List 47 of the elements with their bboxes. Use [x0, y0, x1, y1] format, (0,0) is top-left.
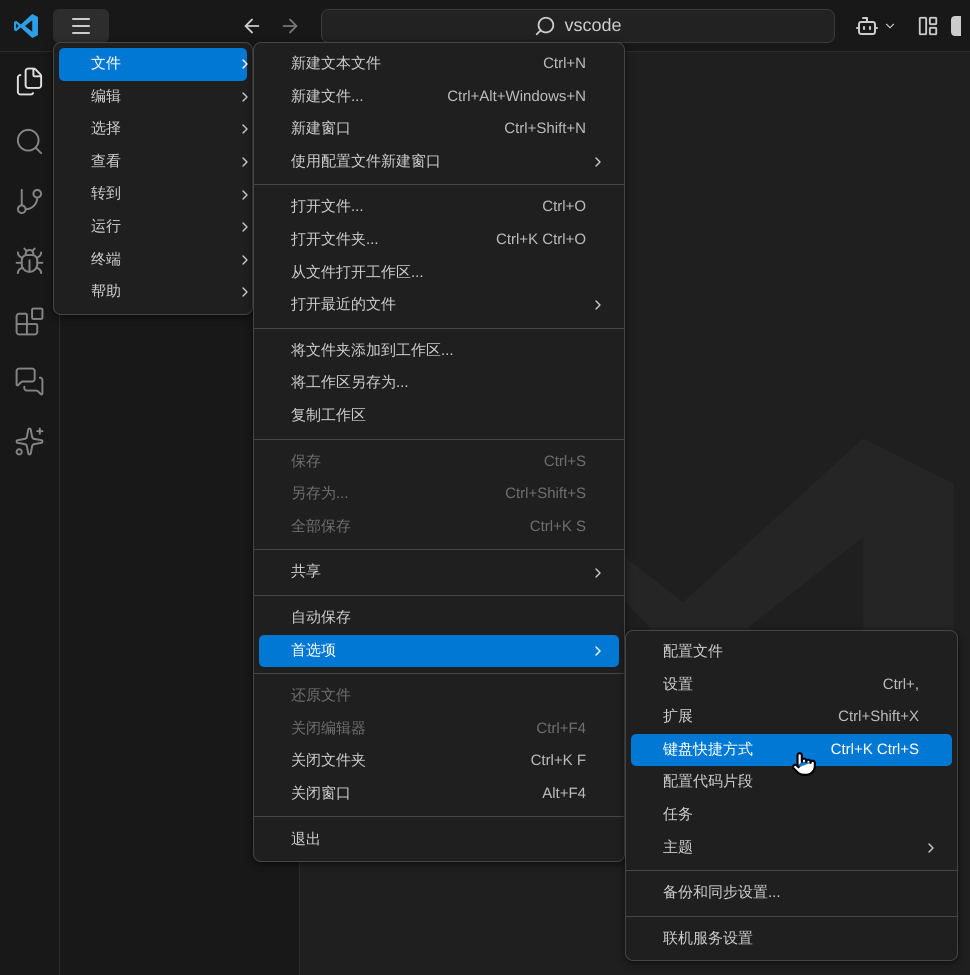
menu-item[interactable]: 共享 — [259, 556, 619, 589]
menu-item[interactable]: 键盘快捷方式 Ctrl+K Ctrl+S — [631, 734, 952, 766]
menu-item[interactable]: 帮助 — [59, 276, 247, 309]
menu-item[interactable]: 联机服务设置 — [631, 922, 952, 956]
sparkles-icon[interactable] — [14, 426, 45, 457]
menu-item[interactable]: 将工作区另存为... — [259, 367, 619, 400]
menu-item[interactable]: 终端 — [59, 244, 247, 276]
menu-item[interactable]: 备份和同步设置... — [631, 877, 952, 910]
pointer-cursor-icon — [791, 751, 817, 777]
menu-item[interactable]: 从文件打开工作区... — [259, 256, 619, 290]
menu-item[interactable]: 自动保存 — [259, 602, 619, 634]
menu-item[interactable]: 主题 — [631, 832, 952, 864]
menu-item[interactable]: 关闭窗口 Alt+F4 — [259, 778, 619, 810]
search-icon[interactable] — [14, 126, 45, 157]
menu-item[interactable]: 文件 — [59, 48, 247, 81]
branch-icon[interactable] — [14, 186, 45, 217]
search-icon — [534, 14, 556, 36]
menu-item[interactable]: 打开文件夹... Ctrl+K Ctrl+O — [259, 224, 619, 257]
menu-item[interactable]: 设置 Ctrl+, — [631, 668, 952, 702]
menu-item[interactable]: 任务 — [631, 798, 952, 832]
menu-item[interactable]: 新建文件... Ctrl+Alt+Windows+N — [259, 80, 619, 114]
menu-item[interactable]: 选择 — [59, 113, 247, 146]
menu-item[interactable]: 关闭文件夹 Ctrl+K F — [259, 745, 619, 778]
menu-item[interactable]: 首选项 — [259, 634, 619, 668]
logo-icon — [13, 12, 39, 38]
menu-item[interactable]: 编辑 — [59, 80, 247, 114]
chat-icon[interactable] — [14, 366, 45, 397]
menu-item[interactable]: 转到 — [59, 178, 247, 211]
bug-icon[interactable] — [14, 246, 45, 277]
menu-item[interactable]: 配置代码片段 — [631, 766, 952, 799]
menu-button[interactable] — [53, 8, 109, 42]
files-icon[interactable] — [14, 66, 45, 97]
menu-item[interactable]: 扩展 Ctrl+Shift+X — [631, 701, 952, 734]
menu-item[interactable]: 复制工作区 — [259, 400, 619, 433]
search-value: vscode — [564, 14, 622, 37]
menu-item[interactable]: 将文件夹添加到工作区... — [259, 334, 619, 368]
blocks-icon[interactable] — [14, 306, 45, 337]
search-field[interactable]: vscode — [321, 8, 835, 42]
menu-item[interactable]: 退出 — [259, 823, 619, 856]
menu-item[interactable]: 打开最近的文件 — [259, 289, 619, 322]
menu-item[interactable]: 新建窗口 Ctrl+Shift+N — [259, 113, 619, 146]
menu-item[interactable]: 打开文件... Ctrl+O — [259, 191, 619, 224]
menu-item[interactable]: 新建文本文件 Ctrl+N — [259, 48, 619, 81]
menu-item[interactable]: 运行 — [59, 210, 247, 244]
menu-item[interactable]: 查看 — [59, 146, 247, 178]
menu-item[interactable]: 配置文件 — [631, 636, 952, 669]
menu-item[interactable]: 使用配置文件新建窗口 — [259, 146, 619, 178]
